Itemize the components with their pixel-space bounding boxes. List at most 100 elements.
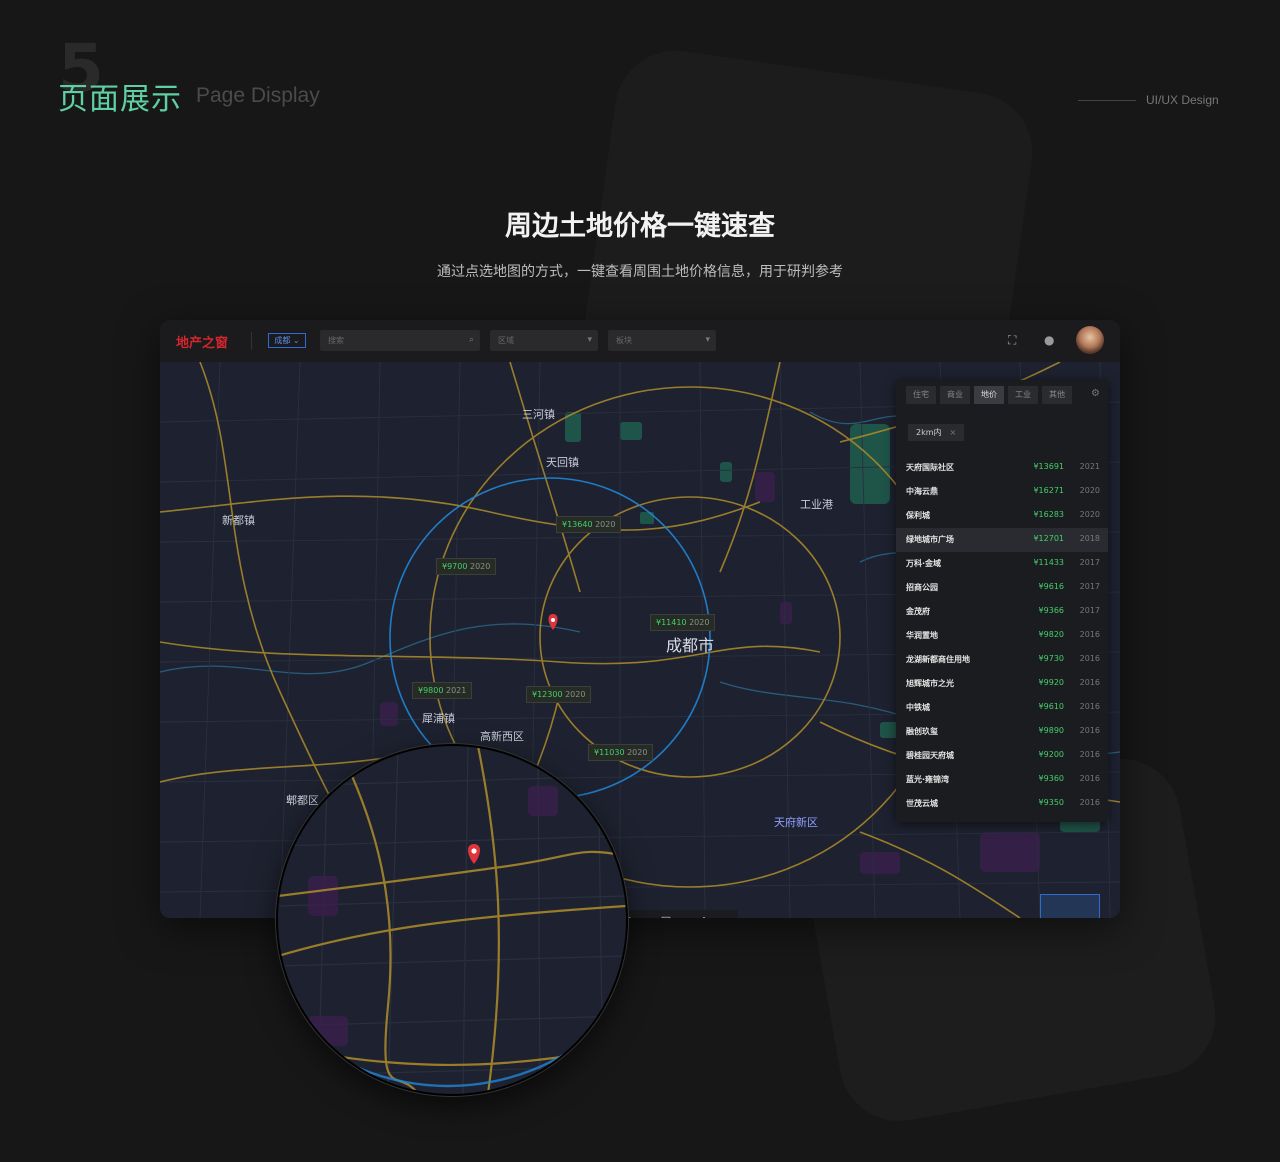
price-tag[interactable]: ¥11410 2020 bbox=[650, 614, 716, 631]
map-label: 天回镇 bbox=[546, 456, 579, 469]
chevron-down-icon: ▾ bbox=[587, 335, 592, 345]
land-year: 2017 bbox=[1079, 582, 1100, 591]
top-bar: 地产之窗 成都 ⌄ 搜索 ⌕ 区域 ▾ 板块 ▾ ⛶ ● bbox=[160, 320, 1120, 362]
hero-subtitle: 通过点选地图的方式，一键查看周围土地价格信息，用于研判参考 bbox=[437, 264, 843, 280]
notification-icon[interactable]: ● bbox=[1044, 333, 1054, 347]
land-name: 绿地城市广场 bbox=[906, 535, 954, 544]
land-year: 2016 bbox=[1079, 726, 1100, 735]
land-price-row[interactable]: 蓝光·雍锦湾 ¥9360 2016 bbox=[896, 768, 1108, 792]
land-price-row[interactable]: 融创玖玺 ¥9890 2016 bbox=[896, 720, 1108, 744]
land-name: 融创玖玺 bbox=[906, 727, 938, 736]
block-select[interactable]: 板块 ▾ bbox=[608, 330, 716, 351]
land-price-panel: 住宅 商业 地价 工业 其他 ⚙ 2km内 × 天府国际社区 ¥13691 2021 中… bbox=[896, 380, 1108, 822]
price-tag[interactable]: ¥12300 2020 bbox=[526, 686, 592, 703]
land-year: 2016 bbox=[1079, 750, 1100, 759]
radius-filter-chip[interactable]: 2km内 × bbox=[908, 424, 965, 441]
land-price: ¥11433 bbox=[1033, 558, 1064, 567]
map-label: 三河镇 bbox=[522, 408, 555, 421]
hero-title: 周边土地价格一键速查 bbox=[505, 211, 775, 242]
search-icon[interactable]: ⌕ bbox=[469, 330, 474, 351]
tab-other[interactable]: 其他 bbox=[1042, 386, 1072, 404]
land-price-row[interactable]: 旭辉城市之光 ¥9920 2016 bbox=[896, 672, 1108, 696]
land-price: ¥9200 bbox=[1038, 750, 1064, 759]
app-logo[interactable]: 地产之窗 bbox=[176, 332, 228, 351]
avatar[interactable] bbox=[1076, 326, 1104, 354]
land-year: 2018 bbox=[1079, 534, 1100, 543]
land-year: 2017 bbox=[1079, 606, 1100, 615]
land-price-row[interactable]: 世茂云城 ¥9350 2016 bbox=[896, 792, 1108, 816]
land-price: ¥13691 bbox=[1033, 462, 1064, 471]
print-icon: ▣ bbox=[654, 914, 678, 918]
price-tag[interactable]: ¥9700 2020 bbox=[436, 558, 497, 575]
price-tag[interactable]: ¥13640 2020 bbox=[556, 516, 622, 533]
land-price: ¥9366 bbox=[1038, 606, 1064, 615]
tab-land-price[interactable]: 地价 bbox=[974, 386, 1004, 404]
land-price-row[interactable]: 绿地城市广场 ¥12701 2018 bbox=[896, 528, 1108, 552]
land-year: 2021 bbox=[1079, 462, 1100, 471]
land-name: 世茂云城 bbox=[906, 799, 938, 808]
land-name: 保利城 bbox=[906, 511, 930, 520]
land-price: ¥16271 bbox=[1033, 486, 1064, 495]
print-button[interactable]: ▣打印 bbox=[654, 914, 678, 918]
divider bbox=[1078, 100, 1136, 101]
block-select-label: 板块 bbox=[616, 336, 632, 345]
section-title-en: Page Display bbox=[196, 84, 320, 107]
tagline: UI/UX Design bbox=[1146, 93, 1219, 107]
land-price: ¥9350 bbox=[1038, 798, 1064, 807]
land-price-row[interactable]: 招商公园 ¥9616 2017 bbox=[896, 576, 1108, 600]
land-year: 2016 bbox=[1079, 678, 1100, 687]
layer-button[interactable]: ◆图层 bbox=[692, 914, 716, 918]
land-name: 中铁城 bbox=[906, 703, 930, 712]
chevron-down-icon: ▾ bbox=[705, 335, 710, 345]
minimap[interactable] bbox=[1040, 894, 1100, 918]
land-price: ¥9610 bbox=[1038, 702, 1064, 711]
land-price-row[interactable]: 中铁城 ¥9610 2016 bbox=[896, 696, 1108, 720]
land-name: 天府国际社区 bbox=[906, 463, 954, 472]
land-price-row[interactable]: 龙湖新都商住用地 ¥9730 2016 bbox=[896, 648, 1108, 672]
land-year: 2020 bbox=[1079, 510, 1100, 519]
magnifier-detail bbox=[276, 744, 628, 1096]
map-label: 犀浦镇 bbox=[422, 712, 455, 725]
land-year: 2016 bbox=[1079, 774, 1100, 783]
land-price-row[interactable]: 华润置地 ¥9820 2016 bbox=[896, 624, 1108, 648]
price-tag[interactable]: ¥9800 2021 bbox=[412, 682, 473, 699]
map-toolbar: ◎定位 ▣打印 ◆图层 bbox=[610, 910, 738, 918]
land-price: ¥9360 bbox=[1038, 774, 1064, 783]
land-price-row[interactable]: 中海云鼎 ¥16271 2020 bbox=[896, 480, 1108, 504]
land-name: 万科·金域 bbox=[906, 559, 942, 568]
land-name: 中海云鼎 bbox=[906, 487, 938, 496]
land-year: 2017 bbox=[1079, 558, 1100, 567]
map-label: 天府新区 bbox=[774, 816, 818, 829]
tab-industrial[interactable]: 工业 bbox=[1008, 386, 1038, 404]
panel-tabs: 住宅 商业 地价 工业 其他 bbox=[906, 386, 1072, 404]
land-price-row[interactable]: 碧桂园天府城 ¥9200 2016 bbox=[896, 744, 1108, 768]
land-price-row[interactable]: 天府国际社区 ¥13691 2021 bbox=[896, 456, 1108, 480]
land-price: ¥12701 bbox=[1033, 534, 1064, 543]
map-label: 高新西区 bbox=[480, 730, 524, 743]
tab-commercial[interactable]: 商业 bbox=[940, 386, 970, 404]
city-select-button[interactable]: 成都 ⌄ bbox=[268, 333, 306, 348]
search-placeholder: 搜索 bbox=[328, 336, 344, 345]
land-price-list: 天府国际社区 ¥13691 2021 中海云鼎 ¥16271 2020 保利城 ¥16283 2… bbox=[896, 456, 1108, 816]
land-name: 旭辉城市之光 bbox=[906, 679, 954, 688]
layer-icon: ◆ bbox=[692, 914, 716, 918]
land-price: ¥16283 bbox=[1033, 510, 1064, 519]
district-select[interactable]: 区域 ▾ bbox=[490, 330, 598, 351]
map-label: 工业港 bbox=[800, 498, 833, 511]
land-name: 龙湖新都商住用地 bbox=[906, 655, 970, 664]
land-price-row[interactable]: 金茂府 ¥9366 2017 bbox=[896, 600, 1108, 624]
section-title: 页面展示 bbox=[58, 82, 182, 117]
land-price-row[interactable]: 保利城 ¥16283 2020 bbox=[896, 504, 1108, 528]
land-year: 2016 bbox=[1079, 702, 1100, 711]
close-icon[interactable]: × bbox=[950, 428, 957, 437]
map-label-city: 成都市 bbox=[666, 636, 715, 655]
land-price-row[interactable]: 万科·金域 ¥11433 2017 bbox=[896, 552, 1108, 576]
district-select-label: 区域 bbox=[498, 336, 514, 345]
fullscreen-icon[interactable]: ⛶ bbox=[1008, 333, 1016, 348]
search-input[interactable]: 搜索 ⌕ bbox=[320, 330, 480, 351]
land-year: 2016 bbox=[1079, 630, 1100, 639]
land-year: 2020 bbox=[1079, 486, 1100, 495]
tab-residential[interactable]: 住宅 bbox=[906, 386, 936, 404]
land-name: 碧桂园天府城 bbox=[906, 751, 954, 760]
settings-icon[interactable]: ⚙ bbox=[1091, 388, 1100, 399]
